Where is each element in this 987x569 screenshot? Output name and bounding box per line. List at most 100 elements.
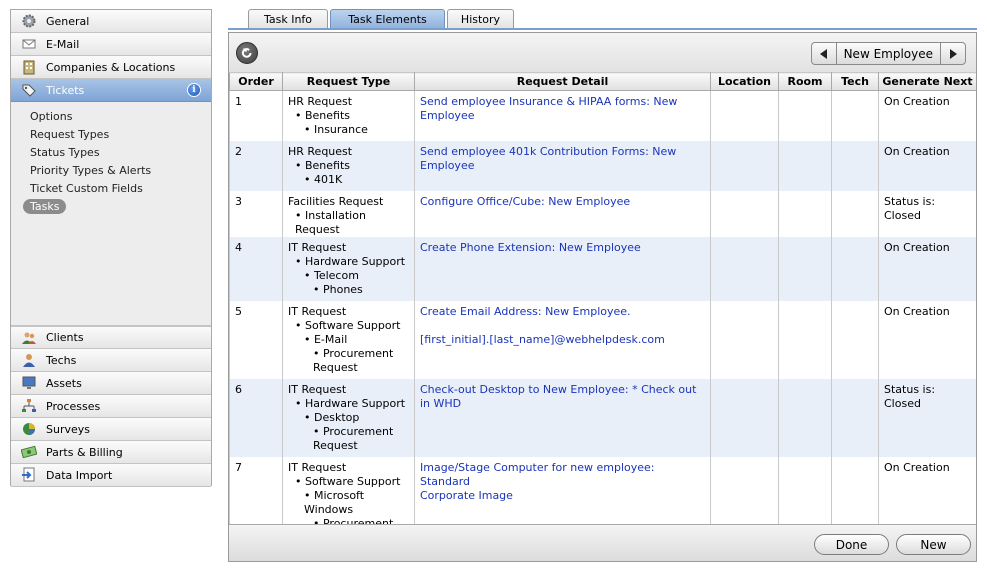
sidebar-item-label: General xyxy=(46,14,90,28)
request-type-node: • Microsoft Windows xyxy=(304,488,365,516)
subnav-item-ticket-custom-fields[interactable]: Ticket Custom Fields xyxy=(11,180,211,198)
sidebar-item-tickets[interactable]: Tickets i xyxy=(11,79,211,102)
previous-template-button[interactable] xyxy=(812,43,836,64)
sidebar-item-label: Tickets xyxy=(46,83,85,97)
tab-history[interactable]: History xyxy=(447,9,514,29)
cell-request-detail: Image/Stage Computer for new employee: S… xyxy=(414,456,711,524)
sidebar-item-label: Clients xyxy=(46,331,84,344)
request-type-node: • Hardware Support xyxy=(295,396,406,410)
cell-request-type: IT Request • Hardware Support • Telecom • P… xyxy=(282,236,415,301)
cell-location xyxy=(710,190,779,237)
cell-location xyxy=(710,140,779,191)
request-type-node: • Installation Request xyxy=(295,208,366,236)
request-type-node: • Software Support xyxy=(295,474,401,488)
column-header-location[interactable]: Location xyxy=(710,72,779,91)
request-detail-link[interactable]: Image/Stage Computer for new employee: S… xyxy=(420,461,654,488)
back-button[interactable] xyxy=(236,42,258,64)
people-icon xyxy=(21,330,37,346)
monitor-icon xyxy=(21,375,37,391)
subnav-item-label: Options xyxy=(30,110,73,123)
back-arrow-icon xyxy=(241,48,252,58)
request-type-root: IT Request xyxy=(288,240,347,254)
tab-task-info[interactable]: Task Info xyxy=(248,9,328,29)
request-detail-link[interactable]: Check-out Desktop to New Employee: * Che… xyxy=(420,383,696,410)
column-header-tech[interactable]: Tech xyxy=(831,72,879,91)
column-header-request-detail[interactable]: Request Detail xyxy=(414,72,711,91)
request-type-node: • Phones xyxy=(313,282,363,296)
subnav-item-priority-types-and-alerts[interactable]: Priority Types & Alerts xyxy=(11,162,211,180)
request-detail-link[interactable]: Create Phone Extension: New Employee xyxy=(420,241,641,254)
sidebar-item-surveys[interactable]: Surveys xyxy=(11,418,211,441)
cell-tech xyxy=(831,456,879,524)
request-detail-link[interactable]: [first_initial].[last_name]@webhelpdesk.… xyxy=(420,333,665,346)
info-icon[interactable]: i xyxy=(187,83,201,97)
sidebar-item-label: Parts & Billing xyxy=(46,445,123,459)
table-row[interactable]: 6 IT Request • Hardware Support • Desktop • … xyxy=(229,378,976,457)
subnav-item-options[interactable]: Options xyxy=(11,108,211,126)
arrow-left-icon xyxy=(819,48,827,59)
cell-generate-next: Status is: Closed xyxy=(878,190,976,237)
table-row[interactable]: 2 HR Request • Benefits • 401K Send employee… xyxy=(229,140,976,191)
table-row[interactable]: 7 IT Request • Software Support • Microsoft… xyxy=(229,456,976,525)
request-type-node: Request xyxy=(313,360,358,374)
cell-generate-next: On Creation xyxy=(878,236,976,301)
cell-order: 1 xyxy=(229,90,283,141)
column-header-request-type[interactable]: Request Type xyxy=(282,72,415,91)
request-type-node: • Desktop xyxy=(304,410,360,424)
next-template-button[interactable] xyxy=(941,43,965,64)
cell-tech xyxy=(831,378,879,457)
cell-request-detail: Check-out Desktop to New Employee: * Che… xyxy=(414,378,711,457)
table-row[interactable]: 1 HR Request • Benefits • Insurance Send emp… xyxy=(229,90,976,141)
request-detail-link[interactable]: Send employee 401k Contribution Forms: N… xyxy=(420,145,676,172)
sidebar-item-label: Techs xyxy=(46,353,77,367)
request-type-node: Request xyxy=(313,438,358,452)
subnav-item-status-types[interactable]: Status Types xyxy=(11,144,211,162)
sidebar-item-e-mail[interactable]: E-Mail xyxy=(11,33,211,56)
sidebar-item-assets[interactable]: Assets xyxy=(11,372,211,395)
sidebar-item-clients[interactable]: Clients xyxy=(11,326,211,349)
table-row[interactable]: 3 Facilities Request • Installation Reques… xyxy=(229,190,976,237)
import-icon xyxy=(21,467,37,483)
flowchart-icon xyxy=(21,398,37,414)
cell-request-type: IT Request • Software Support • E-Mail • Pr… xyxy=(282,300,415,379)
cell-request-type: IT Request • Software Support • Microsoft … xyxy=(282,456,415,525)
request-type-node: • Procurement xyxy=(313,516,394,525)
subnav-item-tasks[interactable]: Tasks xyxy=(11,198,211,216)
request-type-node: • Software Support xyxy=(295,318,401,332)
cell-tech xyxy=(831,190,879,237)
table-row[interactable]: 5 IT Request • Software Support • E-Mail • P… xyxy=(229,300,976,379)
request-type-root: IT Request xyxy=(288,304,347,318)
sidebar-item-data-import[interactable]: Data Import xyxy=(11,464,211,487)
cell-request-detail: Create Phone Extension: New Employee xyxy=(414,236,711,301)
cell-request-type: Facilities Request • Installation Request xyxy=(282,190,415,237)
request-type-root: IT Request xyxy=(288,382,347,396)
request-detail-link[interactable]: Configure Office/Cube: New Employee xyxy=(420,195,630,208)
subnav-item-label: Priority Types & Alerts xyxy=(30,164,152,177)
subnav-item-label: Tasks xyxy=(23,199,67,214)
column-header-order[interactable]: Order xyxy=(229,72,283,91)
cell-generate-next: On Creation xyxy=(878,456,976,524)
table-row[interactable]: 4 IT Request • Hardware Support • Telecom • … xyxy=(229,236,976,301)
column-header-generate-next[interactable]: Generate Next xyxy=(878,72,976,91)
sidebar-item-parts-and-billing[interactable]: Parts & Billing xyxy=(11,441,211,464)
building-icon xyxy=(21,59,37,75)
cell-room xyxy=(778,90,832,141)
request-detail-link[interactable]: Create Email Address: New Employee. xyxy=(420,305,631,318)
subnav-item-request-types[interactable]: Request Types xyxy=(11,126,211,144)
sidebar-item-companies-and-locations[interactable]: Companies & Locations xyxy=(11,56,211,79)
pie-chart-icon xyxy=(21,421,37,437)
column-header-room[interactable]: Room xyxy=(778,72,832,91)
panel-footer: Done New xyxy=(229,524,976,561)
sidebar-item-processes[interactable]: Processes xyxy=(11,395,211,418)
new-button[interactable]: New xyxy=(896,534,971,555)
cell-room xyxy=(778,456,832,524)
cell-order: 7 xyxy=(229,456,283,524)
sidebar-item-techs[interactable]: Techs xyxy=(11,349,211,372)
request-detail-link[interactable]: Send employee Insurance & HIPAA forms: N… xyxy=(420,95,677,122)
tab-task-elements[interactable]: Task Elements xyxy=(330,9,445,29)
request-detail-link[interactable]: Corporate Image xyxy=(420,489,513,502)
tag-icon xyxy=(21,82,37,98)
sidebar-item-general[interactable]: General xyxy=(11,10,211,33)
sidebar-item-label: Surveys xyxy=(46,422,90,436)
done-button[interactable]: Done xyxy=(814,534,889,555)
